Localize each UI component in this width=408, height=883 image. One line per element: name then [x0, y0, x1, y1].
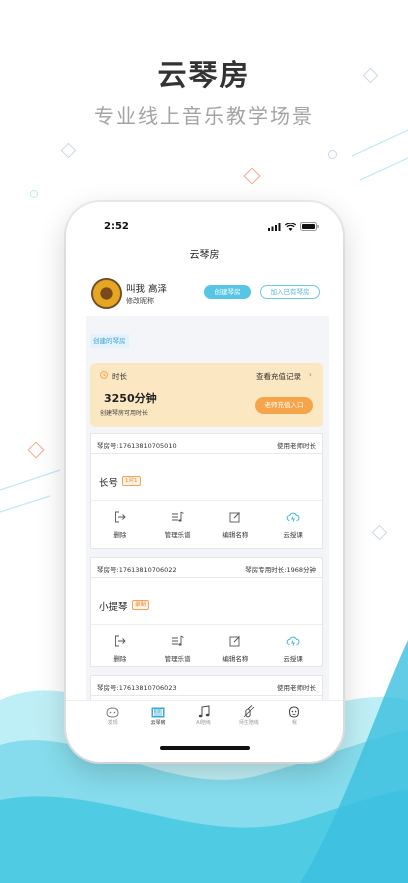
profile-icon	[289, 706, 300, 718]
cloud-class-button[interactable]: 云授课	[264, 510, 322, 546]
nickname: 叫我 高泽	[126, 284, 168, 295]
room-card: 琴房号:17613810705010 使用老师时长 长号 1对1 删除 管理乐谱…	[90, 433, 323, 549]
circle-decoration	[328, 150, 337, 159]
tab-label: AI陪练	[196, 720, 211, 726]
cloud-class-label: 云授课	[283, 531, 303, 539]
room-number: 琴房号:17613810705010	[97, 442, 177, 450]
battery-icon	[300, 222, 319, 231]
room-number: 琴房号:17613810706023	[97, 684, 177, 692]
teacher-recharge-button[interactable]: 老师充值入口	[255, 397, 313, 414]
room-actions: 删除 管理乐谱 编辑名称 云授课	[91, 510, 322, 546]
tab-piano-room[interactable]: 云琴房	[135, 701, 180, 728]
recharge-records-link[interactable]: 查看充值记录	[256, 371, 301, 382]
exit-icon	[114, 635, 126, 647]
room-badge: 录制	[132, 600, 150, 610]
edit-nickname-link[interactable]: 修改昵称	[126, 296, 154, 306]
divider	[91, 624, 322, 625]
delete-button[interactable]: 删除	[91, 510, 149, 546]
hero-title: 云琴房	[157, 58, 251, 92]
cloud-icon	[286, 512, 300, 522]
home-indicator[interactable]	[160, 746, 250, 750]
tab-profile[interactable]: 我	[272, 701, 317, 728]
room-number: 琴房号:17613810706022	[97, 566, 177, 574]
tab-label: 云琴房	[150, 720, 166, 726]
room-usage: 使用老师时长	[277, 684, 316, 692]
delete-label: 删除	[113, 531, 127, 539]
room-usage: 使用老师时长	[277, 442, 316, 450]
nav-title: 云琴房	[189, 250, 220, 261]
edit-name-button[interactable]: 编辑名称	[207, 634, 265, 670]
discover-icon	[106, 707, 119, 718]
cloud-icon	[286, 636, 300, 646]
violin-icon	[243, 705, 255, 718]
time-card-desc: 创建琴房可用时长	[100, 410, 149, 417]
manage-score-button[interactable]: 管理乐谱	[149, 510, 207, 546]
created-rooms-tag: 创建的琴房	[90, 334, 129, 348]
room-card: 琴房号:17613810706022 琴房专用时长:1968分钟 小提琴 录制 …	[90, 557, 323, 667]
divider	[91, 500, 322, 501]
hero-subtitle: 专业线上音乐教学场景	[94, 104, 314, 128]
delete-button[interactable]: 删除	[91, 634, 149, 670]
cloud-class-label: 云授课	[283, 655, 303, 663]
time-card-label: 时长	[112, 372, 127, 381]
score-icon	[171, 635, 184, 646]
score-icon	[171, 511, 184, 522]
room-card-header: 琴房号:17613810705010 使用老师时长	[91, 434, 322, 454]
status-bar: 2:52	[66, 219, 343, 239]
tab-label: 发现	[107, 720, 118, 726]
edit-icon	[229, 636, 241, 647]
tab-label: 我	[291, 720, 297, 726]
status-icons	[268, 222, 319, 231]
delete-label: 删除	[113, 655, 127, 663]
profile-header: 叫我 高泽 修改昵称 创建琴房 加入已有琴房	[88, 277, 325, 311]
piano-room-icon	[151, 707, 165, 718]
tab-discover[interactable]: 发现	[90, 701, 135, 728]
manage-score-label: 管理乐谱	[164, 531, 191, 539]
room-name: 小提琴	[99, 602, 128, 613]
cloud-class-button[interactable]: 云授课	[264, 634, 322, 670]
room-card-header: 琴房号:17613810706023 使用老师时长	[91, 676, 322, 696]
manage-score-label: 管理乐谱	[164, 655, 191, 663]
room-name: 长号	[99, 478, 119, 489]
music-note-icon	[198, 705, 210, 718]
tab-bar: 发现 云琴房 AI陪练 师生陪练 我	[66, 700, 343, 728]
tab-ai-practice[interactable]: AI陪练	[181, 701, 226, 728]
circle-decoration	[30, 190, 38, 198]
join-room-button[interactable]: 加入已有琴房	[260, 285, 320, 299]
status-time: 2:52	[104, 221, 129, 232]
tab-teacher-practice[interactable]: 师生陪练	[226, 701, 271, 728]
create-room-button[interactable]: 创建琴房	[204, 285, 251, 299]
edit-name-button[interactable]: 编辑名称	[207, 510, 265, 546]
tab-label: 师生陪练	[238, 720, 259, 726]
room-badge: 1对1	[122, 476, 141, 486]
manage-score-button[interactable]: 管理乐谱	[149, 634, 207, 670]
signal-icon	[268, 222, 281, 231]
edit-name-label: 编辑名称	[222, 655, 249, 663]
room-list-panel: 创建的琴房 时长 查看充值记录 › 3250分钟 创建琴房可用时长 老师充值入口…	[86, 316, 329, 715]
room-actions: 删除 管理乐谱 编辑名称 云授课	[91, 634, 322, 670]
remaining-minutes: 3250分钟	[104, 392, 157, 405]
phone-mockup: 2:52 云琴房 叫我 高泽 修改昵称 创建琴房 加入已有琴房 创建的琴房 时长…	[66, 202, 343, 762]
wifi-icon	[285, 222, 296, 231]
time-card: 时长 查看充值记录 › 3250分钟 创建琴房可用时长 老师充值入口	[90, 363, 323, 427]
edit-name-label: 编辑名称	[222, 531, 249, 539]
avatar[interactable]	[91, 278, 122, 309]
room-usage: 琴房专用时长:1968分钟	[245, 566, 316, 574]
room-card-header: 琴房号:17613810706022 琴房专用时长:1968分钟	[91, 558, 322, 578]
exit-icon	[114, 511, 126, 523]
clock-icon	[100, 371, 108, 379]
chevron-right-icon[interactable]: ›	[309, 370, 312, 379]
edit-icon	[229, 512, 241, 523]
